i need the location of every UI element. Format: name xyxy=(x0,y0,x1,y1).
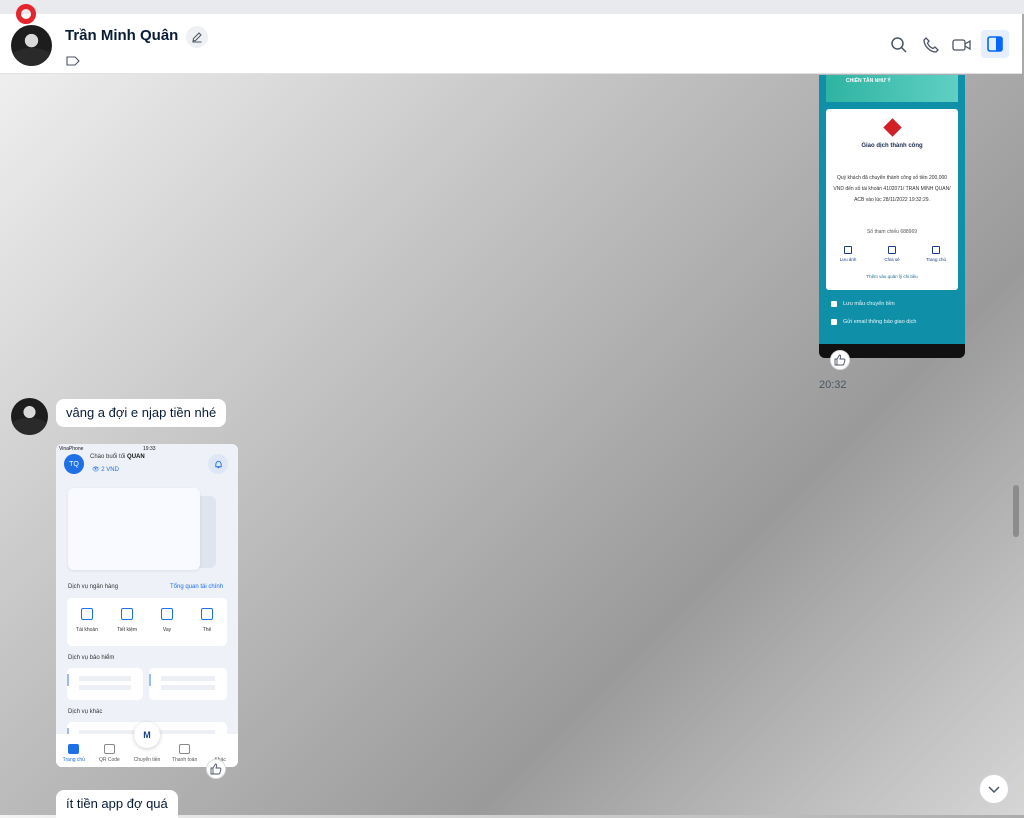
wallet-icon xyxy=(179,744,191,754)
qr-code-icon xyxy=(103,744,115,754)
contact-avatar[interactable] xyxy=(11,25,52,66)
greeting: Chào buổi tối QUAN xyxy=(90,454,145,460)
chat-scrollbar-thumb[interactable] xyxy=(1013,485,1019,537)
receipt-action: Lưu ảnh xyxy=(833,246,863,262)
insurance-placeholder xyxy=(149,668,227,700)
thumbs-up-icon xyxy=(210,763,222,775)
card-icon xyxy=(201,608,213,620)
chat-scrollbar[interactable] xyxy=(1010,75,1022,815)
video-call-button[interactable] xyxy=(951,34,973,56)
sender-avatar[interactable] xyxy=(11,398,48,435)
receipt-title: Giao dịch thành công xyxy=(861,143,923,149)
search-button[interactable] xyxy=(888,34,910,56)
banking-app-image[interactable]: VinaPhone 19:33 TQ Chào buổi tối QUAN 👁 … xyxy=(56,444,238,767)
receipt-action: Trang chủ xyxy=(921,246,951,262)
receipt-action: Chia sẻ xyxy=(877,246,907,262)
greeting-text: Chào buổi tối xyxy=(90,454,126,460)
bank-icon xyxy=(81,608,93,620)
avatar-status-ring xyxy=(16,4,36,24)
share-icon xyxy=(888,246,896,254)
service-item: Tài khoản xyxy=(69,608,105,633)
receipt-favorite: Thêm vào quản lý chi tiêu xyxy=(866,274,918,279)
nav-item: Thanh toán xyxy=(168,744,202,763)
promo-banner-text: CHIẾN TÂN NHƯ Ý xyxy=(846,78,891,84)
chevron-down-icon xyxy=(988,786,1000,794)
bank-logo-icon xyxy=(883,118,902,137)
piggy-bank-icon xyxy=(121,608,133,620)
more-icon xyxy=(216,750,225,754)
service-item: Vay xyxy=(149,608,185,633)
balance: 👁 2 VND xyxy=(92,467,119,473)
label-tag-button[interactable] xyxy=(66,53,80,71)
transfer-receipt-image[interactable]: CHIẾN TÂN NHƯ Ý Giao dịch thành công Quý… xyxy=(819,75,965,358)
search-icon xyxy=(891,37,907,53)
promo-banner: CHIẾN TÂN NHƯ Ý xyxy=(826,75,958,102)
thumbs-up-icon xyxy=(834,354,846,366)
window-top-strip xyxy=(0,0,1024,14)
reaction-button[interactable] xyxy=(206,759,226,779)
receipt-checkbox-label: Lưu mẫu chuyển tiền xyxy=(843,301,895,307)
sidebar-panel-icon xyxy=(987,36,1003,52)
chat-header: Trần Minh Quân xyxy=(0,14,1022,74)
service-label: Tài khoản xyxy=(76,627,98,633)
tag-icon xyxy=(66,56,80,66)
phone-clock: 19:33 xyxy=(143,446,156,452)
section-insurance-title: Dịch vụ bảo hiểm xyxy=(68,655,115,661)
card-placeholder xyxy=(68,488,200,570)
bell-icon xyxy=(214,460,222,468)
receipt-checkbox: Gửi email thông báo giao dịch xyxy=(831,319,916,325)
carrier-label: VinaPhone xyxy=(59,446,84,452)
nav-label: Chuyển tiền xyxy=(133,757,161,763)
scroll-to-bottom-button[interactable] xyxy=(979,774,1009,804)
reaction-button[interactable] xyxy=(830,350,850,370)
home-icon xyxy=(932,246,940,254)
checkbox-icon xyxy=(831,319,837,325)
voice-call-button[interactable] xyxy=(920,34,942,56)
receipt-card: Giao dịch thành công Quý khách đã chuyển… xyxy=(826,109,958,290)
nav-item: QR Code xyxy=(92,744,126,763)
service-label: Vay xyxy=(162,627,172,633)
save-image-icon xyxy=(844,246,852,254)
loan-icon xyxy=(161,608,173,620)
section-banking-title: Dịch vụ ngân hàng xyxy=(68,584,119,590)
message-timestamp: 20:32 xyxy=(819,379,847,391)
phone-status-bar: VinaPhone 19:33 xyxy=(59,446,235,452)
receipt-description: Quý khách đã chuyển thành công số tiền 2… xyxy=(833,175,951,203)
received-message[interactable]: vâng a đợi e njap tiền nhé xyxy=(56,399,227,427)
received-message[interactable]: ít tiền app đợ quá xyxy=(56,790,178,818)
home-icon xyxy=(68,744,80,754)
nav-label: QR Code xyxy=(98,757,120,763)
transfer-fab-icon: M xyxy=(134,722,160,748)
greeting-user: QUAN xyxy=(127,454,145,460)
receipt-checkbox: Lưu mẫu chuyển tiền xyxy=(831,301,895,307)
receipt-action-label: Lưu ảnh xyxy=(839,257,857,262)
nav-item: Trang chủ xyxy=(57,744,91,763)
nav-label: Thanh toán xyxy=(171,757,198,763)
user-initials-avatar: TQ xyxy=(64,454,84,474)
banking-services: Tài khoản Tiết kiệm Vay Thẻ xyxy=(67,598,227,646)
balance-value: 2 VND xyxy=(101,467,119,473)
checkbox-icon xyxy=(831,301,837,307)
video-camera-icon xyxy=(952,39,971,51)
service-item: Tiết kiệm xyxy=(109,608,145,633)
insurance-placeholder xyxy=(67,668,143,700)
pencil-icon xyxy=(192,32,202,43)
nav-label: Trang chủ xyxy=(62,757,85,763)
receipt-reference: Số tham chiếu 688969 xyxy=(866,229,918,235)
toggle-conversation-info-button[interactable] xyxy=(981,30,1009,58)
notification-bell xyxy=(208,454,228,474)
contact-name[interactable]: Trần Minh Quân xyxy=(65,27,178,44)
service-item: Thẻ xyxy=(189,608,225,633)
receipt-action-label: Trang chủ xyxy=(925,257,947,262)
section-other-title: Dịch vụ khác xyxy=(68,709,103,715)
service-label: Thẻ xyxy=(202,627,212,633)
finance-overview-link: Tổng quan tài chính xyxy=(170,584,224,590)
receipt-checkbox-label: Gửi email thông báo giao dịch xyxy=(843,319,917,325)
phone-icon xyxy=(923,37,939,53)
receipt-action-label: Chia sẻ xyxy=(884,257,900,262)
edit-name-button[interactable] xyxy=(186,26,208,48)
service-label: Tiết kiệm xyxy=(116,627,138,633)
receipt-actions: Lưu ảnh Chia sẻ Trang chủ xyxy=(826,246,958,262)
nav-item: Chuyển tiền xyxy=(128,757,166,763)
